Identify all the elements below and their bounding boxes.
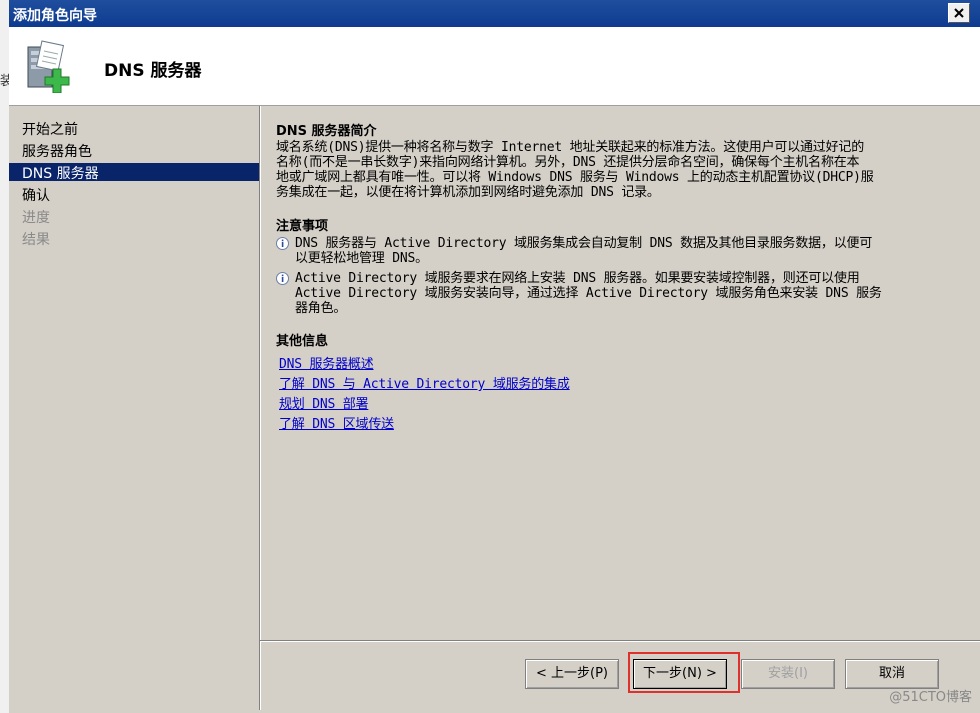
install-button: 安装(I) [741, 659, 835, 689]
intro-line: 务集成在一起，以便在将计算机添加到网络时避免添加 DNS 记录。 [276, 185, 660, 200]
note-line: DNS 服务器与 Active Directory 域服务集成会自动复制 DNS… [295, 236, 873, 251]
nav-item-results: 结果 [22, 232, 50, 248]
close-icon [954, 8, 964, 18]
link-plan-dns-deployment[interactable]: 规划 DNS 部署 [279, 393, 369, 412]
window-title: 添加角色向导 [13, 8, 97, 24]
nav-item-dns-server[interactable]: DNS 服务器 [9, 163, 259, 182]
add-roles-wizard-window: 添加角色向导 DNS 服务器 开始之前 服务器角色 DNS 服务器 确认 进度 … [9, 0, 980, 713]
footer-divider [260, 640, 980, 642]
note-line: Active Directory 域服务要求在网络上安装 DNS 服务器。如果要… [295, 271, 860, 286]
intro-line: 地或广域网上都具有唯一性。可以将 Windows DNS 服务与 Windows… [276, 170, 874, 185]
nav-item-server-roles[interactable]: 服务器角色 [9, 140, 259, 160]
notes-heading: 注意事项 [276, 219, 329, 234]
cancel-button[interactable]: 取消 [845, 659, 939, 689]
watermark: @51CTO博客 [889, 690, 972, 705]
note-line: 以更轻松地管理 DNS。 [295, 251, 428, 266]
background-window: 装 [0, 0, 13, 713]
wizard-header: DNS 服务器 [9, 27, 980, 106]
intro-line: 名称(而不是一串长数字)来指向网络计算机。另外，DNS 还提供分层命名空间，确保… [276, 155, 860, 170]
nav-item-confirmation[interactable]: 确认 [9, 184, 259, 204]
page-title: DNS 服务器 [104, 61, 202, 81]
title-bar[interactable]: 添加角色向导 [9, 0, 980, 27]
link-dns-ad-integration[interactable]: 了解 DNS 与 Active Directory 域服务的集成 [279, 373, 570, 392]
note-line: Active Directory 域服务安装向导，通过选择 Active Dir… [295, 286, 882, 301]
info-icon [276, 237, 289, 250]
note-line: 器角色。 [295, 301, 347, 316]
server-add-icon [27, 40, 70, 93]
next-button-highlight [628, 652, 740, 693]
wizard-steps-nav: 开始之前 服务器角色 DNS 服务器 确认 进度 结果 [9, 106, 259, 710]
vertical-divider [259, 106, 261, 710]
link-dns-overview[interactable]: DNS 服务器概述 [279, 353, 374, 372]
info-icon [276, 272, 289, 285]
link-dns-zone-transfer[interactable]: 了解 DNS 区域传送 [279, 413, 394, 432]
nav-item-before-you-begin[interactable]: 开始之前 [9, 118, 259, 138]
intro-line: 域名系统(DNS)提供一种将名称与数字 Internet 地址关联起来的标准方法… [276, 140, 865, 155]
intro-heading: DNS 服务器简介 [276, 124, 377, 139]
more-info-heading: 其他信息 [276, 334, 329, 349]
close-button[interactable] [948, 3, 970, 23]
nav-item-progress: 进度 [22, 210, 50, 226]
previous-button[interactable]: < 上一步(P) [525, 659, 619, 689]
